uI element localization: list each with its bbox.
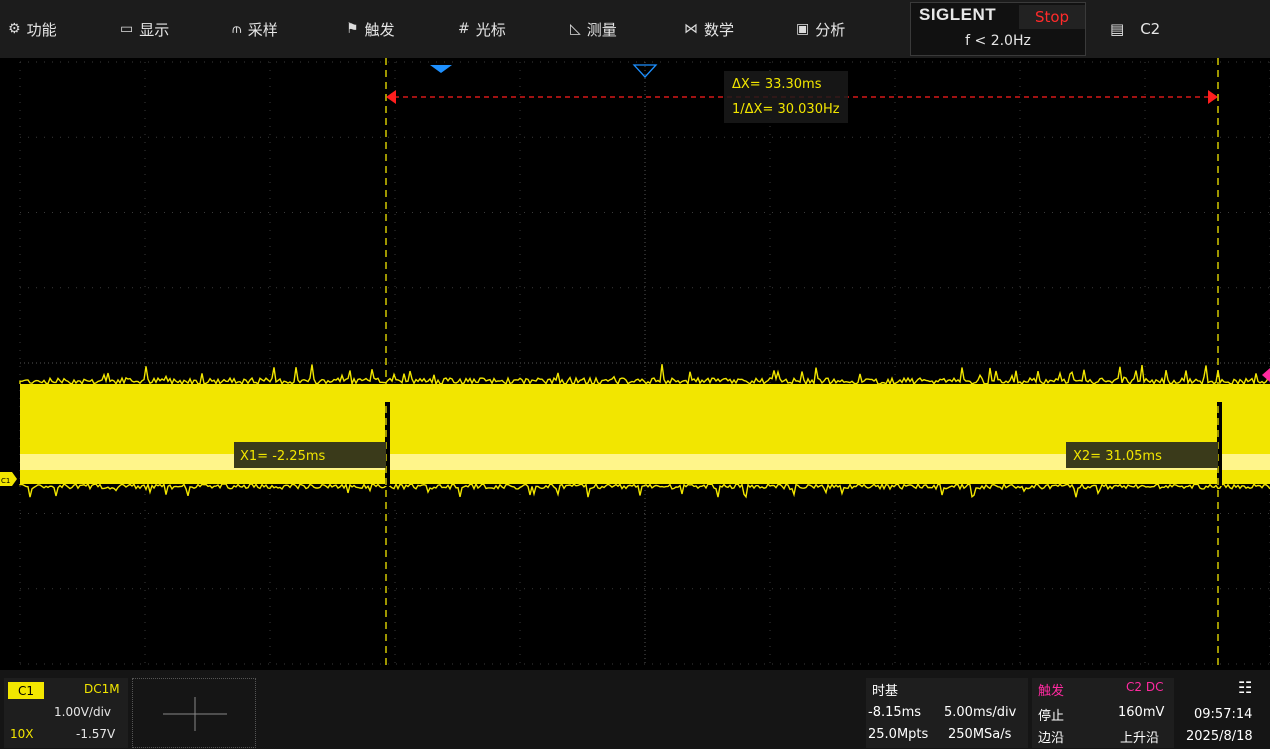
menu-trigger[interactable]: ⚑ 触发	[346, 0, 395, 58]
menu-trigger-label: 触发	[364, 20, 395, 39]
timebase-scale: 5.00ms/div	[944, 705, 1017, 720]
gear-icon: ⚙	[8, 21, 21, 37]
clock-time: 09:57:14	[1194, 707, 1253, 722]
channel-menu-label: C2	[1140, 20, 1161, 38]
timebase-title: 时基	[872, 684, 899, 699]
menu-cursor[interactable]: # 光标	[458, 0, 506, 58]
trigger-mode: 停止	[1038, 709, 1065, 724]
system-clock: ☷ 09:57:14 2025/8/18	[1178, 678, 1268, 748]
math-icon: ⋈	[684, 21, 698, 37]
trigger-settings[interactable]: 触发 C2 DC 停止 160mV 边沿 上升沿	[1032, 678, 1174, 748]
cursor-inverse-delta-x: 1/ΔX= 30.030Hz	[732, 102, 840, 117]
add-channel-slot[interactable]	[132, 678, 256, 748]
run-status-box[interactable]: SIGLENT Stop f < 2.0Hz	[910, 2, 1086, 56]
timebase-memory-depth: 25.0Mpts	[868, 727, 929, 742]
clock-date: 2025/8/18	[1186, 729, 1253, 744]
channel-menu[interactable]: ▤ C2	[1110, 0, 1160, 58]
channel-1-marker-label: C1	[1, 477, 10, 485]
cursor-delta-x: ΔX= 33.30ms	[732, 77, 822, 92]
channel-1-tag: C1	[8, 682, 44, 699]
menu-analysis[interactable]: ▣ 分析	[796, 0, 845, 58]
timebase-delay: -8.15ms	[868, 705, 922, 720]
acquire-icon: ⫙	[232, 21, 242, 37]
trigger-source: C2 DC	[1126, 680, 1164, 694]
cursor-x2-label: X2= 31.05ms	[1073, 449, 1162, 464]
measure-icon: ◺	[570, 21, 581, 37]
channel-1-offset: -1.57V	[76, 727, 116, 741]
trigger-level: 160mV	[1118, 705, 1165, 720]
channel-1-settings[interactable]: C1 DC1M 1.00V/div 10X -1.57V	[4, 678, 128, 748]
trigger-frequency-readout: f < 2.0Hz	[965, 33, 1031, 49]
waveform-grid-svg: C1 ΔX= 33.30ms 1/ΔX= 30.030Hz X1= -2.25m…	[0, 58, 1270, 670]
top-menu-bar: ⚙ 功能 ▭ 显示 ⫙ 采样 ⚑ 触发 # 光标 ◺ 测量 ⋈ 数学 ▣ 分析 …	[0, 0, 1270, 58]
menu-acquire[interactable]: ⫙ 采样	[232, 0, 278, 58]
timebase-settings[interactable]: 时基 -8.15ms 5.00ms/div 25.0Mpts 250MSa/s	[866, 678, 1028, 748]
timebase-sample-rate: 250MSa/s	[948, 727, 1012, 742]
menu-display-label: 显示	[139, 20, 170, 39]
waveform-display[interactable]: C1 ΔX= 33.30ms 1/ΔX= 30.030Hz X1= -2.25m…	[0, 58, 1270, 670]
menu-measure-label: 测量	[586, 20, 617, 39]
trigger-title: 触发	[1038, 684, 1065, 699]
channel-1-trace	[19, 364, 1270, 499]
status-bar: C1 DC1M 1.00V/div 10X -1.57V 时基 -8.15ms …	[0, 670, 1270, 749]
display-icon: ▭	[120, 21, 134, 37]
trigger-type: 边沿	[1038, 731, 1065, 746]
menu-math[interactable]: ⋈ 数学	[684, 0, 734, 58]
plus-icon	[163, 697, 227, 731]
trigger-flag-icon: ⚑	[346, 21, 359, 37]
channel-1-scale: 1.00V/div	[54, 705, 112, 719]
cursor-x1-label: X1= -2.25ms	[240, 449, 326, 464]
document-icon: ▤	[1110, 20, 1125, 38]
menu-display[interactable]: ▭ 显示	[120, 0, 169, 58]
menu-acquire-label: 采样	[247, 20, 278, 39]
channel-1-probe: 10X	[10, 727, 34, 741]
menu-function-label: 功能	[26, 20, 57, 39]
menu-analysis-label: 分析	[815, 20, 846, 39]
cursor-icon: #	[458, 21, 470, 37]
analysis-icon: ▣	[796, 21, 810, 37]
run-state-indicator[interactable]: Stop	[1019, 5, 1085, 29]
menu-cursor-label: 光标	[475, 20, 506, 39]
trigger-slope: 上升沿	[1120, 731, 1160, 746]
channel-1-coupling: DC1M	[84, 682, 120, 696]
menu-math-label: 数学	[704, 20, 735, 39]
menu-function[interactable]: ⚙ 功能	[8, 0, 57, 58]
menu-measure[interactable]: ◺ 测量	[570, 0, 617, 58]
network-icon: ☷	[1238, 678, 1253, 697]
brand-logo: SIGLENT	[919, 5, 997, 24]
